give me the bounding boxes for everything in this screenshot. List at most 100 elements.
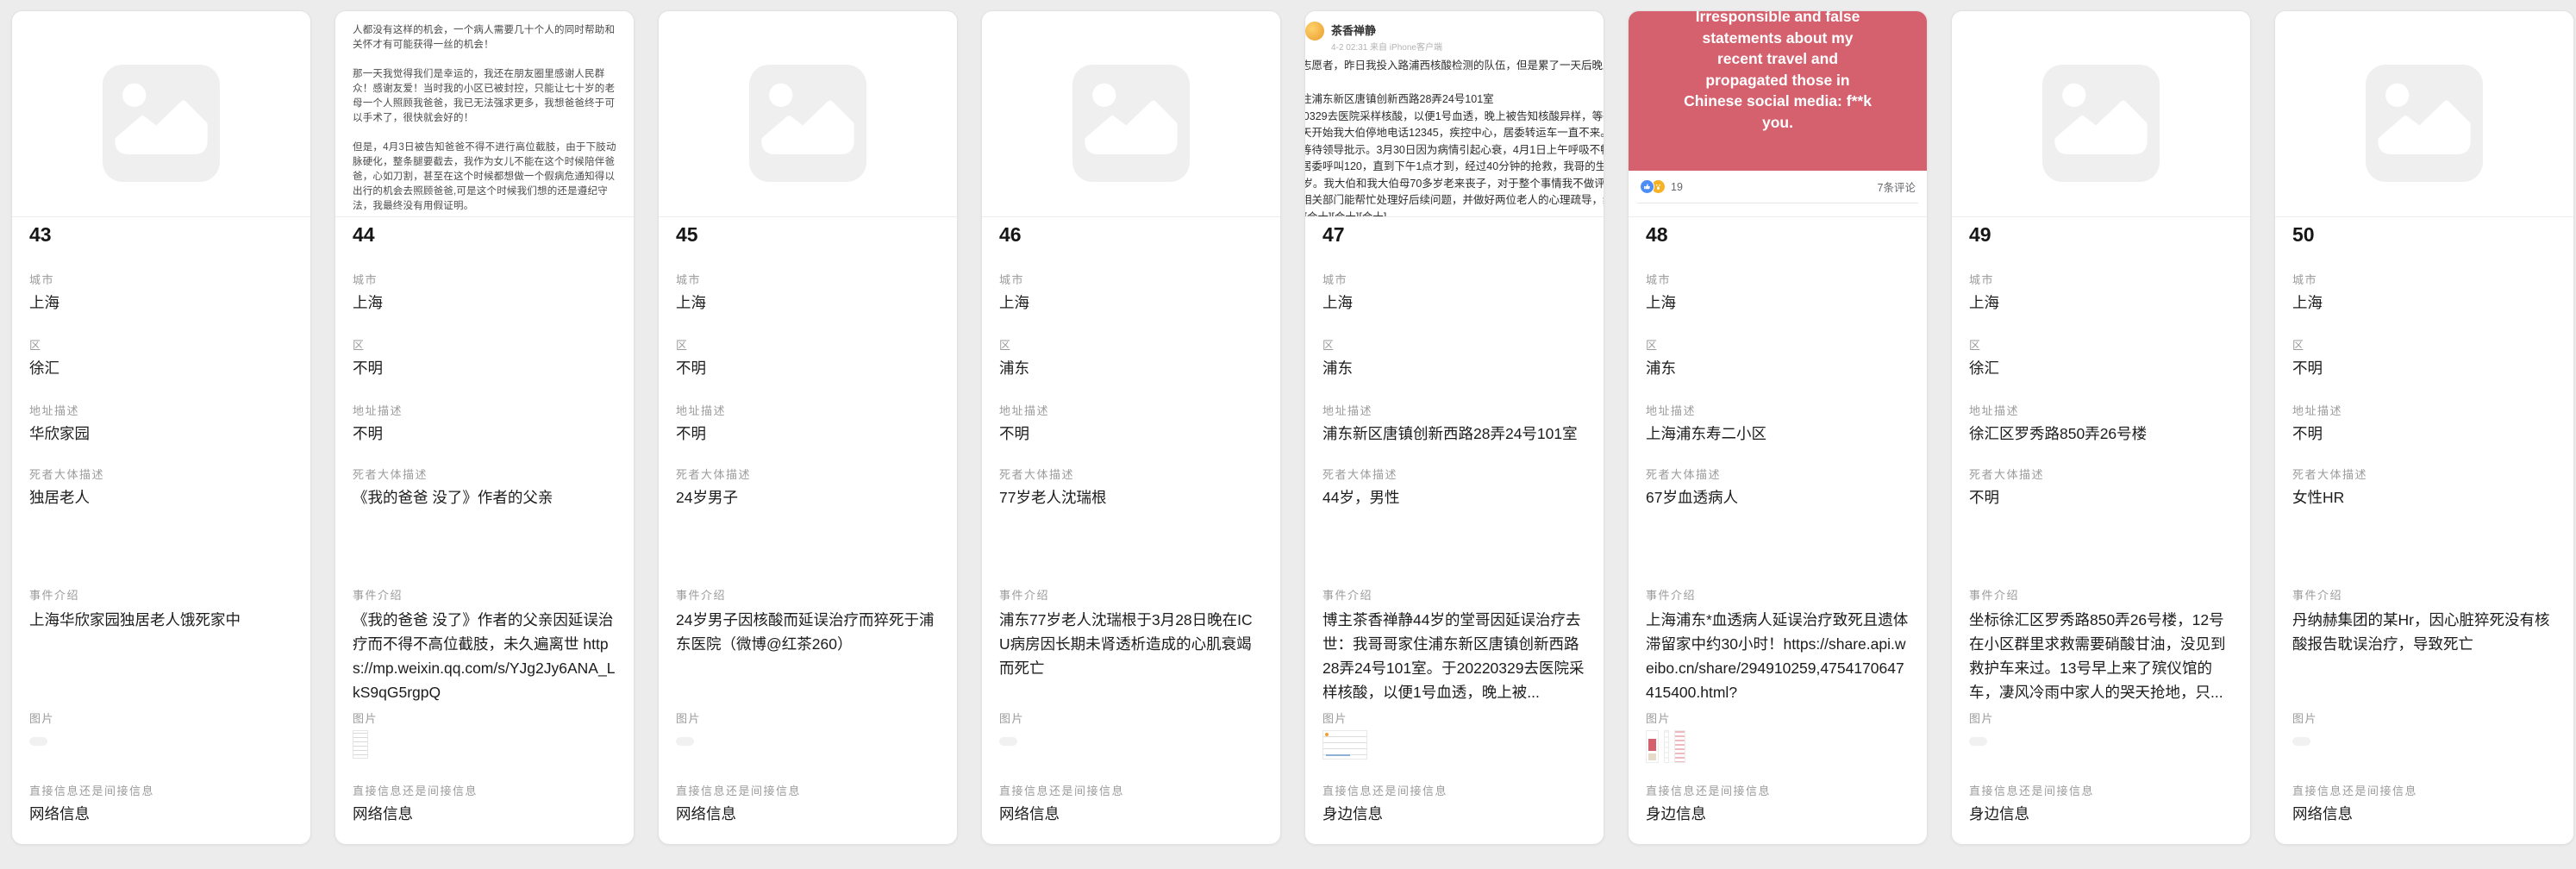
comment-button-label: 评论: [1776, 215, 1798, 218]
weibo-thumbnail[interactable]: [1322, 730, 1367, 760]
record-card[interactable]: 46 城市 上海 区 浦东 地址描述 不明 死者大体描述 77岁老人沈瑞根 事件…: [981, 10, 1281, 845]
field-label-address: 地址描述: [999, 402, 1049, 418]
record-number: 47: [1322, 223, 1345, 247]
field-value-event: 上海浦东*血透病人延误治疗致死且遗体滞留家中约30小时！https://shar…: [1646, 608, 1910, 704]
field-value-direct: 身边信息: [1646, 803, 1910, 826]
record-card[interactable]: 50 城市 上海 区 不明 地址描述 不明 死者大体描述 女性HR 事件介绍 丹…: [2274, 10, 2574, 845]
card-attachment-preview[interactable]: [12, 11, 310, 217]
field-label-image: 图片: [1969, 710, 1994, 726]
field-label-city: 城市: [2292, 271, 2317, 287]
field-value-address: 徐汇区罗秀路850弄26号楼: [1969, 422, 2233, 446]
image-placeholder-icon: [2366, 65, 2483, 182]
field-value-deceased: 《我的爸爸 没了》作者的父亲: [353, 486, 616, 510]
field-label-address: 地址描述: [29, 402, 79, 418]
document-thumbnail[interactable]: [353, 730, 368, 759]
card-attachment-preview[interactable]: 茶香禅静 4-2 02:31 来自 iPhone客户端 一名志愿者，昨日我投入路…: [1305, 11, 1604, 217]
image-thumbnails: [353, 730, 368, 759]
field-value-direct: 网络信息: [29, 803, 293, 826]
weibo-avatar: [1305, 22, 1324, 41]
field-value-city: 上海: [2292, 291, 2556, 315]
card-attachment-preview[interactable]: Irresponsible and false statements about…: [1629, 11, 1927, 217]
field-value-city: 上海: [1646, 291, 1910, 315]
weibo-post-header: 茶香禅静 4-2 02:31 来自 iPhone客户端: [1305, 11, 1604, 53]
field-label-deceased: 死者大体描述: [1322, 466, 1397, 482]
field-label-deceased: 死者大体描述: [1646, 466, 1721, 482]
field-label-deceased: 死者大体描述: [353, 466, 428, 482]
field-label-event: 事件介绍: [676, 586, 726, 603]
list-thumbnail[interactable]: [1674, 730, 1685, 763]
card-attachment-preview[interactable]: 人都没有这样的机会，一个病人需要几十个人的同时帮助和关怀才有可能获得一丝的机会！…: [335, 11, 634, 217]
facebook-reactions-row: 19 7条评论: [1629, 171, 1927, 203]
reaction-count: 19: [1671, 181, 1683, 193]
facebook-post-text: Irresponsible and false statements about…: [1646, 11, 1910, 171]
record-card[interactable]: Irresponsible and false statements about…: [1628, 10, 1928, 845]
field-label-event: 事件介绍: [999, 586, 1049, 603]
empty-image-pill: [2292, 737, 2310, 746]
field-label-address: 地址描述: [1969, 402, 2019, 418]
share-arrow-icon: [1851, 216, 1864, 218]
empty-image-pill: [1969, 737, 1987, 746]
field-value-district: 不明: [676, 357, 940, 380]
field-value-event: 坐标徐汇区罗秀路850弄26号楼，12号在小区群里求救需要硝酸甘油，没见到救护车…: [1969, 608, 2233, 704]
field-label-event: 事件介绍: [1322, 586, 1372, 603]
field-label-image: 图片: [29, 710, 54, 726]
comment-button[interactable]: 评论: [1731, 203, 1825, 217]
field-value-address: 不明: [353, 422, 616, 446]
image-placeholder-icon: [749, 65, 866, 182]
field-value-direct: 网络信息: [2292, 803, 2556, 826]
field-value-district: 不明: [353, 357, 616, 380]
field-value-city: 上海: [1322, 291, 1586, 315]
facebook-screenshot: Irresponsible and false statements about…: [1629, 11, 1927, 216]
field-value-city: 上海: [29, 291, 293, 315]
field-label-event: 事件介绍: [1969, 586, 2019, 603]
field-label-deceased: 死者大体描述: [29, 466, 104, 482]
attachment-thumbnails[interactable]: [1646, 730, 1685, 763]
field-label-address: 地址描述: [676, 402, 726, 418]
field-label-event: 事件介绍: [2292, 586, 2342, 603]
image-placeholder-icon: [2042, 65, 2160, 182]
card-attachment-preview[interactable]: [1952, 11, 2250, 217]
record-card[interactable]: 人都没有这样的机会，一个病人需要几十个人的同时帮助和关怀才有可能获得一丝的机会！…: [335, 10, 635, 845]
record-number: 43: [29, 223, 52, 247]
field-value-address: 上海浦东寿二小区: [1646, 422, 1910, 446]
record-card[interactable]: 43 城市 上海 区 徐汇 地址描述 华欣家园 死者大体描述 独居老人 事件介绍…: [11, 10, 311, 845]
field-value-district: 徐汇: [29, 357, 293, 380]
share-button[interactable]: 分享: [1824, 203, 1918, 217]
image-thumbnails: [1969, 730, 1987, 746]
field-label-district: 区: [676, 336, 689, 353]
empty-image-pill: [29, 737, 47, 746]
field-value-address: 不明: [999, 422, 1263, 446]
field-value-event: 《我的爸爸 没了》作者的父亲因延误治疗而不得不高位截肢，未久遍离世 https:…: [353, 608, 616, 704]
field-label-district: 区: [353, 336, 366, 353]
record-card[interactable]: 茶香禅静 4-2 02:31 来自 iPhone客户端 一名志愿者，昨日我投入路…: [1304, 10, 1604, 845]
cards-row: 43 城市 上海 区 徐汇 地址描述 华欣家园 死者大体描述 独居老人 事件介绍…: [11, 10, 2574, 845]
record-card[interactable]: 49 城市 上海 区 徐汇 地址描述 徐汇区罗秀路850弄26号楼 死者大体描述…: [1951, 10, 2251, 845]
field-label-city: 城市: [29, 271, 54, 287]
card-attachment-preview[interactable]: [659, 11, 957, 217]
field-value-address: 不明: [2292, 422, 2556, 446]
image-thumbnails: [999, 730, 1017, 746]
record-number: 45: [676, 223, 698, 247]
field-value-event: 博主茶香禅静44岁的堂哥因延误治疗去世：我哥哥家住浦东新区唐镇创新西路28弄24…: [1322, 608, 1586, 704]
red-post-thumbnail[interactable]: [1646, 730, 1659, 763]
chat-thumbnail[interactable]: [1664, 730, 1669, 763]
field-label-deceased: 死者大体描述: [676, 466, 751, 482]
field-value-district: 浦东: [1646, 357, 1910, 380]
field-label-event: 事件介绍: [1646, 586, 1696, 603]
field-label-district: 区: [1322, 336, 1335, 353]
like-button[interactable]: 赞: [1637, 203, 1731, 217]
card-attachment-preview[interactable]: [982, 11, 1280, 217]
field-label-direct: 直接信息还是间接信息: [353, 782, 478, 798]
empty-image-pill: [999, 737, 1017, 746]
comments-count[interactable]: 7条评论: [1878, 178, 1916, 195]
field-label-city: 城市: [1322, 271, 1347, 287]
facebook-post-background: Irresponsible and false statements about…: [1629, 11, 1927, 171]
card-attachment-preview[interactable]: [2275, 11, 2573, 217]
field-value-deceased: 67岁血透病人: [1646, 486, 1910, 510]
record-card[interactable]: 45 城市 上海 区 不明 地址描述 不明 死者大体描述 24岁男子 事件介绍 …: [658, 10, 958, 845]
field-label-address: 地址描述: [2292, 402, 2342, 418]
field-label-deceased: 死者大体描述: [999, 466, 1074, 482]
weibo-post-text: 一名志愿者，昨日我投入路浦西核酸检测的队伍，但是累了一天后晚上接 哥家住浦东新区…: [1305, 58, 1604, 217]
field-value-direct: 身边信息: [1969, 803, 2233, 826]
image-thumbnails: [676, 730, 694, 746]
